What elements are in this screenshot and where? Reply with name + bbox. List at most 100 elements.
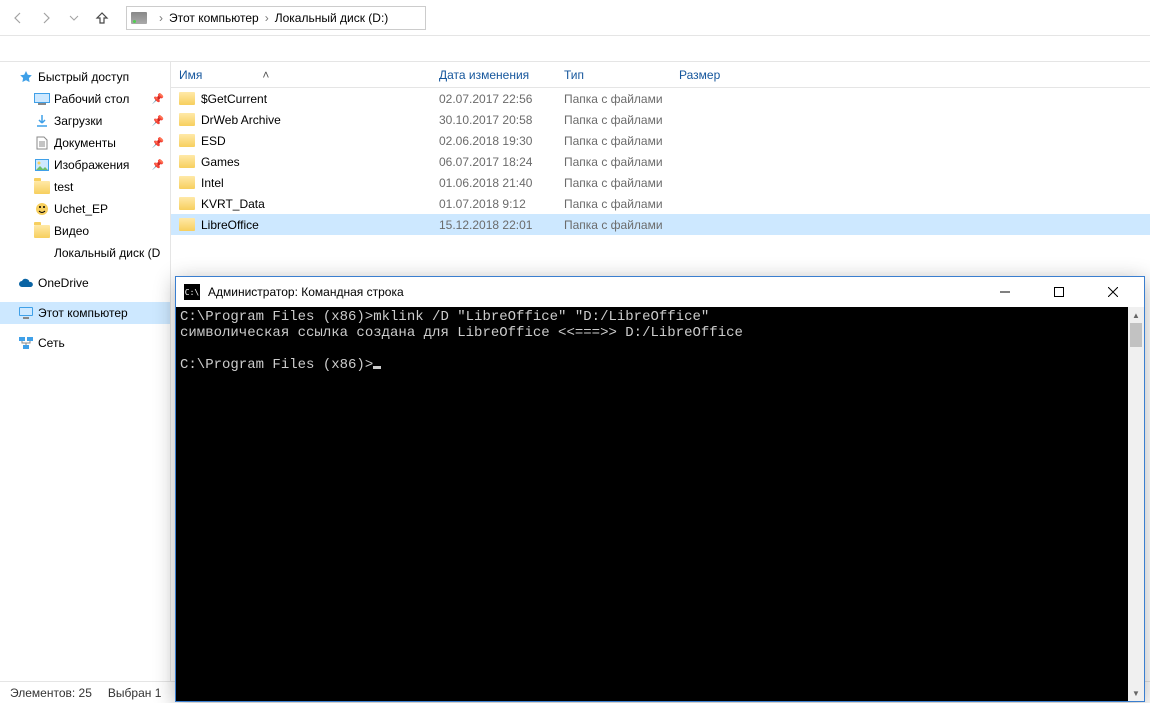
picture-icon bbox=[34, 157, 50, 173]
pin-icon: 📌 bbox=[152, 116, 164, 127]
cell-date: 15.12.2018 22:01 bbox=[431, 218, 556, 232]
download-icon bbox=[34, 113, 50, 129]
breadcrumb-segment[interactable]: Этот компьютер bbox=[169, 11, 259, 25]
up-button[interactable] bbox=[90, 6, 114, 30]
folder-icon bbox=[179, 218, 195, 231]
cell-date: 30.10.2017 20:58 bbox=[431, 113, 556, 127]
monitor-icon bbox=[18, 305, 34, 321]
cell-type: Папка с файлами bbox=[556, 92, 671, 106]
folder-icon bbox=[179, 197, 195, 210]
sidebar-item-label: OneDrive bbox=[38, 276, 89, 290]
sidebar-item-label: Этот компьютер bbox=[38, 306, 128, 320]
column-header-row: Имя˄ Дата изменения Тип Размер bbox=[171, 62, 1150, 88]
toolbar bbox=[0, 36, 1150, 62]
folder-icon bbox=[34, 223, 50, 239]
sidebar-item-label: Uchet_EP bbox=[54, 202, 108, 216]
column-header-date[interactable]: Дата изменения bbox=[431, 62, 556, 87]
recent-dropdown[interactable] bbox=[62, 6, 86, 30]
table-row[interactable]: $GetCurrent02.07.2017 22:56Папка с файла… bbox=[171, 88, 1150, 109]
cell-date: 01.06.2018 21:40 bbox=[431, 176, 556, 190]
cmd-output[interactable]: C:\Program Files (x86)>mklink /D "LibreO… bbox=[176, 307, 1128, 701]
sidebar-item[interactable]: Видео bbox=[0, 220, 170, 242]
sidebar-item[interactable]: Документы 📌 bbox=[0, 132, 170, 154]
cell-name: ESD bbox=[171, 134, 431, 148]
status-selected: Выбран 1 bbox=[108, 686, 161, 700]
table-row[interactable]: DrWeb Archive30.10.2017 20:58Папка с фай… bbox=[171, 109, 1150, 130]
cell-name: $GetCurrent bbox=[171, 92, 431, 106]
sort-arrow-icon: ˄ bbox=[262, 68, 269, 82]
breadcrumb[interactable]: › Этот компьютер › Локальный диск (D:) bbox=[153, 11, 388, 25]
table-row[interactable]: KVRT_Data01.07.2018 9:12Папка с файлами bbox=[171, 193, 1150, 214]
cell-type: Папка с файлами bbox=[556, 113, 671, 127]
column-header-name[interactable]: Имя˄ bbox=[171, 62, 431, 87]
sidebar-item[interactable]: Изображения 📌 bbox=[0, 154, 170, 176]
drive-icon bbox=[131, 12, 147, 24]
sidebar-item[interactable]: Uchet_EP bbox=[0, 198, 170, 220]
sidebar-item[interactable]: Локальный диск (D bbox=[0, 242, 170, 264]
cell-date: 02.06.2018 19:30 bbox=[431, 134, 556, 148]
cell-date: 01.07.2018 9:12 bbox=[431, 197, 556, 211]
table-row[interactable]: Intel01.06.2018 21:40Папка с файлами bbox=[171, 172, 1150, 193]
cmd-icon: C:\ bbox=[184, 284, 200, 300]
sidebar-item-label: Рабочий стол bbox=[54, 92, 129, 106]
table-row[interactable]: LibreOffice15.12.2018 22:01Папка с файла… bbox=[171, 214, 1150, 235]
cmd-title-text: Администратор: Командная строка bbox=[208, 285, 974, 299]
sidebar-onedrive[interactable]: OneDrive bbox=[0, 272, 170, 294]
sidebar-item-label: Видео bbox=[54, 224, 89, 238]
cell-name: KVRT_Data bbox=[171, 197, 431, 211]
cell-type: Папка с файлами bbox=[556, 134, 671, 148]
column-header-size[interactable]: Размер bbox=[671, 62, 751, 87]
sidebar-quick-access[interactable]: Быстрый доступ bbox=[0, 66, 170, 88]
sidebar-item-label: Локальный диск (D bbox=[54, 246, 160, 260]
sidebar-item-label: Сеть bbox=[38, 336, 65, 350]
cell-name: Games bbox=[171, 155, 431, 169]
scroll-up-icon[interactable]: ▲ bbox=[1128, 307, 1144, 323]
sidebar-network[interactable]: Сеть bbox=[0, 332, 170, 354]
sidebar-item-label: Загрузки bbox=[54, 114, 102, 128]
cell-date: 02.07.2017 22:56 bbox=[431, 92, 556, 106]
cmd-titlebar[interactable]: C:\ Администратор: Командная строка bbox=[176, 277, 1144, 307]
sidebar-item[interactable]: Загрузки 📌 bbox=[0, 110, 170, 132]
maximize-button[interactable] bbox=[1036, 277, 1082, 307]
folder-icon bbox=[179, 176, 195, 189]
scroll-down-icon[interactable]: ▼ bbox=[1128, 685, 1144, 701]
sidebar-item-label: Изображения bbox=[54, 158, 129, 172]
sidebar-item[interactable]: Рабочий стол📌 bbox=[0, 88, 170, 110]
pin-icon: 📌 bbox=[152, 138, 164, 149]
sidebar-item[interactable]: test bbox=[0, 176, 170, 198]
sidebar-item-label: test bbox=[54, 180, 73, 194]
sidebar-this-pc[interactable]: Этот компьютер bbox=[0, 302, 170, 324]
network-icon bbox=[18, 335, 34, 351]
table-row[interactable]: Games06.07.2017 18:24Папка с файлами bbox=[171, 151, 1150, 172]
forward-button[interactable] bbox=[34, 6, 58, 30]
desktop-icon bbox=[34, 91, 50, 107]
cell-type: Папка с файлами bbox=[556, 176, 671, 190]
pin-icon: 📌 bbox=[152, 160, 164, 171]
sidebar-item-label: Быстрый доступ bbox=[38, 70, 129, 84]
star-icon bbox=[18, 69, 34, 85]
cell-name: DrWeb Archive bbox=[171, 113, 431, 127]
command-prompt-window: C:\ Администратор: Командная строка C:\P… bbox=[175, 276, 1145, 702]
table-row[interactable]: ESD02.06.2018 19:30Папка с файлами bbox=[171, 130, 1150, 151]
cloud-icon bbox=[18, 275, 34, 291]
close-button[interactable] bbox=[1090, 277, 1136, 307]
cell-date: 06.07.2017 18:24 bbox=[431, 155, 556, 169]
sidebar: Быстрый доступ Рабочий стол📌Загрузки📌Док… bbox=[0, 62, 170, 681]
folder-icon bbox=[179, 155, 195, 168]
minimize-button[interactable] bbox=[982, 277, 1028, 307]
cell-type: Папка с файлами bbox=[556, 197, 671, 211]
address-bar[interactable]: › Этот компьютер › Локальный диск (D:) bbox=[126, 6, 426, 30]
drive-icon bbox=[34, 245, 50, 261]
folder-icon bbox=[179, 134, 195, 147]
cmd-scrollbar[interactable]: ▲ ▼ bbox=[1128, 307, 1144, 701]
status-items: Элементов: 25 bbox=[10, 686, 92, 700]
breadcrumb-segment[interactable]: Локальный диск (D:) bbox=[275, 11, 389, 25]
scroll-thumb[interactable] bbox=[1130, 323, 1142, 347]
back-button[interactable] bbox=[6, 6, 30, 30]
navbar: › Этот компьютер › Локальный диск (D:) bbox=[0, 0, 1150, 36]
column-header-type[interactable]: Тип bbox=[556, 62, 671, 87]
folder-icon bbox=[34, 179, 50, 195]
sidebar-item-label: Документы bbox=[54, 136, 116, 150]
cell-name: Intel bbox=[171, 176, 431, 190]
cell-name: LibreOffice bbox=[171, 218, 431, 232]
